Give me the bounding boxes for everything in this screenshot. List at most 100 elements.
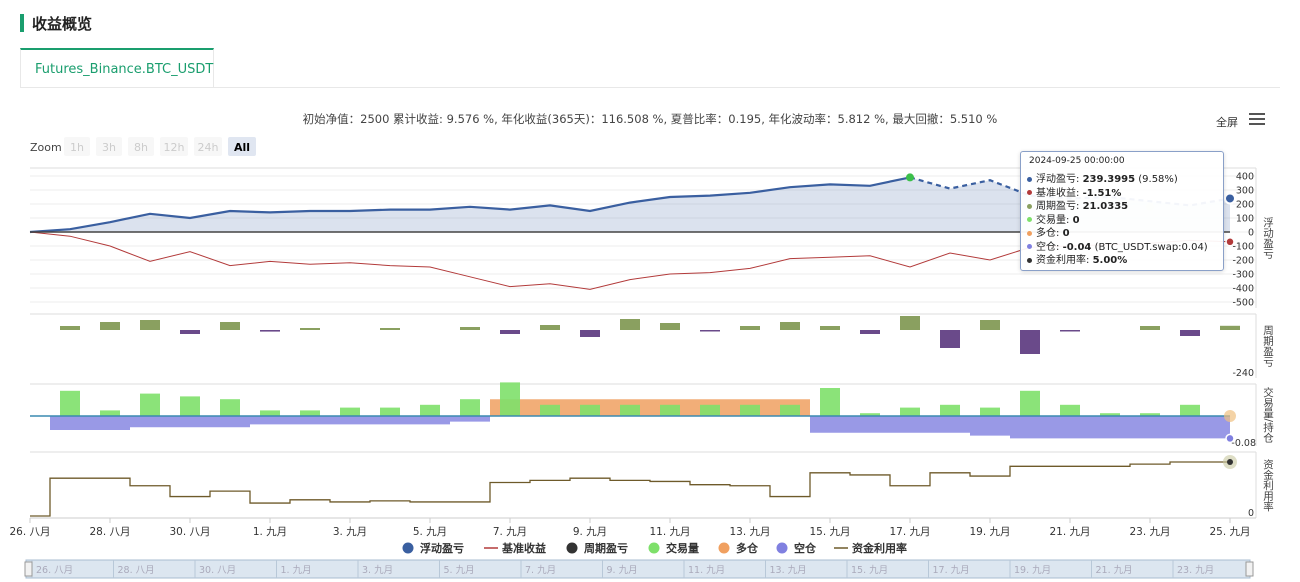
- period-pnl-bar: [180, 330, 200, 334]
- fullscreen-button[interactable]: 全屏: [1216, 114, 1238, 130]
- last-point-marker: [1224, 192, 1236, 205]
- period-pnl-bar: [1220, 325, 1240, 330]
- volume-bar: [340, 407, 360, 416]
- legend-item[interactable]: 空仓: [794, 541, 817, 555]
- period-pnl-bar: [260, 330, 280, 332]
- volume-bar: [1060, 404, 1080, 416]
- period-pnl-bar: [780, 322, 800, 330]
- tooltip-series-dot: [1027, 203, 1032, 209]
- period-pnl-bar: [820, 326, 840, 330]
- period-pnl-bar: [300, 328, 320, 330]
- y-tick-label: 400: [1236, 172, 1254, 183]
- tooltip-series-name: 资金利用率:: [1036, 255, 1093, 266]
- legend-marker: [776, 542, 788, 554]
- navigator-label: 28. 八月: [118, 565, 155, 576]
- x-tick-label: 21. 九月: [1049, 526, 1090, 538]
- zoom-button-label: 3h: [102, 141, 116, 154]
- y-tick-label: -240: [1232, 368, 1254, 379]
- navigator-label: 19. 九月: [1014, 564, 1051, 576]
- legend-item[interactable]: 浮动盈亏: [420, 541, 464, 555]
- x-tick-label: 13. 九月: [729, 526, 770, 538]
- volume-bar: [740, 404, 760, 416]
- period-pnl-bar: [700, 330, 720, 332]
- legend-item[interactable]: 交易量: [666, 541, 699, 555]
- y-tick-label: 0: [1248, 228, 1254, 239]
- period-pnl-bar: [540, 325, 560, 330]
- tooltip-series-dot: [1027, 244, 1032, 249]
- zoom-label: Zoom: [30, 141, 62, 154]
- legend-marker: [402, 542, 414, 554]
- navigator-label: 7. 九月: [525, 564, 556, 576]
- navigator-label: 21. 九月: [1096, 564, 1133, 576]
- volume-bar: [380, 407, 400, 416]
- volume-bar: [460, 399, 480, 416]
- volume-bar: [700, 404, 720, 416]
- zoom-button-label: 8h: [134, 141, 148, 154]
- x-tick-label: 11. 九月: [649, 526, 690, 538]
- navigator-label: 17. 九月: [933, 564, 970, 576]
- navigator-label: 13. 九月: [770, 564, 807, 576]
- navigator-label: 11. 九月: [688, 564, 725, 576]
- x-tick-label: 7. 九月: [493, 526, 527, 538]
- volume-bar: [580, 404, 600, 416]
- navigator-label: 23. 九月: [1177, 564, 1214, 576]
- tooltip-series-value: 21.0335: [1082, 201, 1129, 212]
- y-tick-label: 100: [1236, 214, 1254, 225]
- period-pnl-bar: [380, 328, 400, 330]
- tooltip-series-dot: [1027, 176, 1032, 182]
- y-tick-label: 0: [1248, 508, 1254, 519]
- navigator-label: 26. 八月: [36, 565, 73, 576]
- utilization-last-marker: [1227, 459, 1233, 465]
- x-tick-label: 17. 九月: [889, 526, 930, 538]
- volume-bar: [1180, 404, 1200, 416]
- zoom-button-label: All: [234, 141, 250, 154]
- period-pnl-bar: [460, 327, 480, 330]
- panel-axis-title: 浮动盈亏: [1262, 217, 1274, 260]
- volume-bar: [60, 390, 80, 416]
- navigator-label: 5. 九月: [444, 564, 475, 576]
- x-tick-label: 25. 九月: [1209, 526, 1250, 538]
- period-pnl-bar: [500, 330, 520, 334]
- navigator-handle-right[interactable]: [1245, 561, 1254, 577]
- legend-item[interactable]: 资金利用率: [852, 541, 907, 555]
- period-pnl-bar: [1060, 330, 1080, 332]
- volume-bar: [900, 407, 920, 416]
- utilization-line: [30, 461, 1230, 517]
- period-pnl-bar: [140, 320, 160, 330]
- navigator-handle-left[interactable]: [24, 561, 33, 577]
- legend-item[interactable]: 周期盈亏: [584, 541, 628, 555]
- x-tick-label: 23. 九月: [1129, 526, 1170, 538]
- legend-marker: [718, 542, 730, 554]
- volume-bar: [180, 396, 200, 416]
- period-pnl-bar: [580, 330, 600, 337]
- volume-bar: [780, 404, 800, 416]
- navigator-label: 15. 九月: [851, 564, 888, 576]
- volume-bar: [300, 410, 320, 416]
- volume-bar: [260, 410, 280, 416]
- panel-axis-title: 交易量/持仓: [1262, 386, 1274, 443]
- legend-item[interactable]: 基准收益: [501, 541, 546, 555]
- period-pnl-bar: [940, 330, 960, 348]
- x-tick-label: 3. 九月: [333, 526, 367, 538]
- zoom-button-label: 24h: [198, 141, 219, 154]
- volume-bar: [620, 404, 640, 416]
- volume-bar: [540, 404, 560, 416]
- x-tick-label: 30. 八月: [169, 526, 210, 538]
- volume-bar: [660, 404, 680, 416]
- tooltip-time: 2024-09-25 00:00:00: [1029, 156, 1125, 166]
- legend-item[interactable]: 多仓: [736, 541, 759, 555]
- volume-bar: [100, 410, 120, 416]
- period-pnl-bar: [620, 319, 640, 330]
- navigator-label: 9. 九月: [607, 564, 638, 576]
- volume-bar: [940, 404, 960, 416]
- period-pnl-bar: [60, 326, 80, 330]
- period-pnl-bar: [980, 320, 1000, 330]
- period-pnl-bar: [100, 322, 120, 330]
- tooltip-series-dot: [1027, 217, 1032, 222]
- zoom-button-label: 12h: [164, 141, 185, 154]
- benchmark-last-marker: [1225, 237, 1235, 247]
- hamburger-menu-icon[interactable]: [1249, 113, 1265, 125]
- y-tick-label: -300: [1232, 270, 1254, 281]
- tooltip-series-dot: [1027, 190, 1032, 195]
- long-last-marker: [1224, 410, 1236, 422]
